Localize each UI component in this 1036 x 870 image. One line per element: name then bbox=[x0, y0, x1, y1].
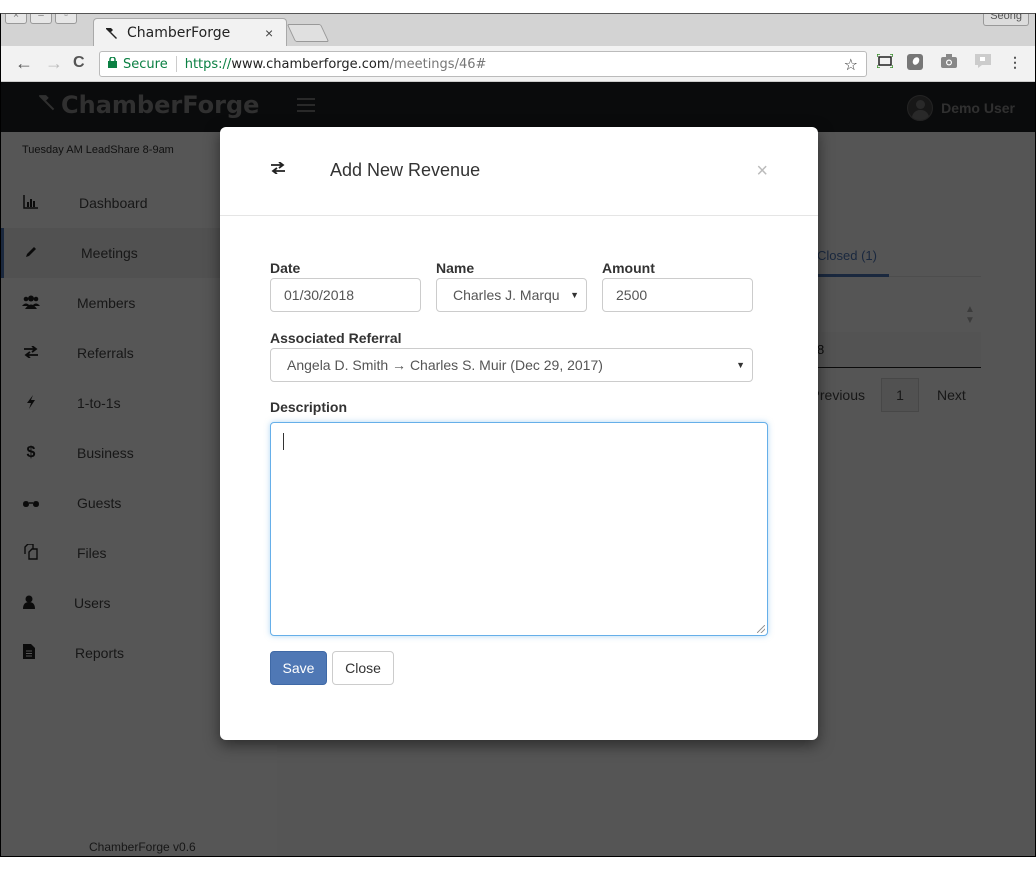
lock-icon bbox=[108, 56, 117, 71]
chevron-down-icon: ▼ bbox=[570, 290, 579, 300]
back-button[interactable]: ← bbox=[15, 53, 33, 74]
amount-input[interactable]: 2500 bbox=[602, 278, 753, 312]
window-maximize-button[interactable]: ▫ bbox=[55, 14, 77, 24]
modal-header: Add New Revenue × bbox=[220, 127, 818, 216]
text-cursor bbox=[283, 433, 284, 450]
referral-value: Angela D. Smith → Charles S. Muir (Dec 2… bbox=[287, 357, 603, 373]
date-input[interactable]: 01/30/2018 bbox=[270, 278, 421, 312]
bookmark-star-icon[interactable]: ☆ bbox=[844, 55, 858, 74]
forward-button[interactable]: → bbox=[45, 53, 63, 74]
name-select[interactable]: Charles J. Marqu ▼ bbox=[436, 278, 587, 312]
window-close-button[interactable]: × bbox=[5, 14, 27, 24]
chevron-down-icon: ▼ bbox=[736, 360, 745, 370]
close-button[interactable]: Close bbox=[332, 651, 394, 685]
resize-handle[interactable] bbox=[757, 625, 765, 633]
add-revenue-modal: Add New Revenue × Date 01/30/2018 Name C… bbox=[220, 127, 818, 740]
tab-title: ChamberForge bbox=[127, 25, 231, 41]
address-bar[interactable]: Secure https:// www.chamberforge.com /me… bbox=[99, 51, 867, 77]
browser-menu-icon[interactable]: ⋮ bbox=[1007, 54, 1023, 70]
web-page: ChamberForge Demo User Tuesday AM LeadSh… bbox=[1, 82, 1035, 856]
exchange-icon bbox=[270, 161, 286, 177]
browser-toolbar: ← → C Secure https:// www.chamberforge.c… bbox=[1, 46, 1035, 82]
cast-icon[interactable] bbox=[975, 54, 991, 70]
referral-label: Associated Referral bbox=[270, 330, 402, 346]
modal-close-icon[interactable]: × bbox=[756, 161, 768, 181]
referral-select[interactable]: Angela D. Smith → Charles S. Muir (Dec 2… bbox=[270, 348, 753, 382]
url-host: www.chamberforge.com bbox=[231, 56, 390, 72]
secure-label: Secure bbox=[123, 56, 168, 72]
browser-tab[interactable]: ChamberForge × bbox=[101, 20, 279, 46]
extension-icon[interactable] bbox=[907, 54, 923, 70]
name-value: Charles J. Marqu bbox=[453, 287, 560, 303]
new-tab-button[interactable] bbox=[286, 24, 330, 42]
profile-button[interactable]: Seong bbox=[983, 14, 1029, 26]
date-value: 01/30/2018 bbox=[284, 287, 355, 303]
window-minimize-button[interactable]: – bbox=[30, 14, 52, 24]
reload-button[interactable]: C bbox=[73, 54, 85, 72]
tab-close-button[interactable]: × bbox=[265, 25, 279, 41]
name-label: Name bbox=[436, 260, 475, 276]
gavel-icon bbox=[103, 25, 119, 41]
modal-title: Add New Revenue bbox=[330, 160, 481, 180]
url-path: /meetings/46# bbox=[389, 56, 487, 72]
url-scheme: https:// bbox=[184, 56, 232, 72]
window-controls: × – ▫ bbox=[5, 14, 77, 24]
description-textarea[interactable] bbox=[270, 422, 768, 636]
description-label: Description bbox=[270, 399, 348, 415]
amount-value: 2500 bbox=[616, 287, 648, 303]
fullscreen-extension-icon[interactable] bbox=[876, 53, 894, 70]
save-button[interactable]: Save bbox=[270, 651, 327, 685]
camera-icon[interactable] bbox=[941, 54, 957, 70]
omnibox-separator bbox=[175, 56, 177, 72]
date-label: Date bbox=[270, 260, 301, 276]
tab-strip: × – ▫ ChamberForge × Seong bbox=[1, 14, 1035, 46]
amount-label: Amount bbox=[602, 260, 655, 276]
browser-window: × – ▫ ChamberForge × Seong ← → C Secure … bbox=[0, 13, 1036, 857]
